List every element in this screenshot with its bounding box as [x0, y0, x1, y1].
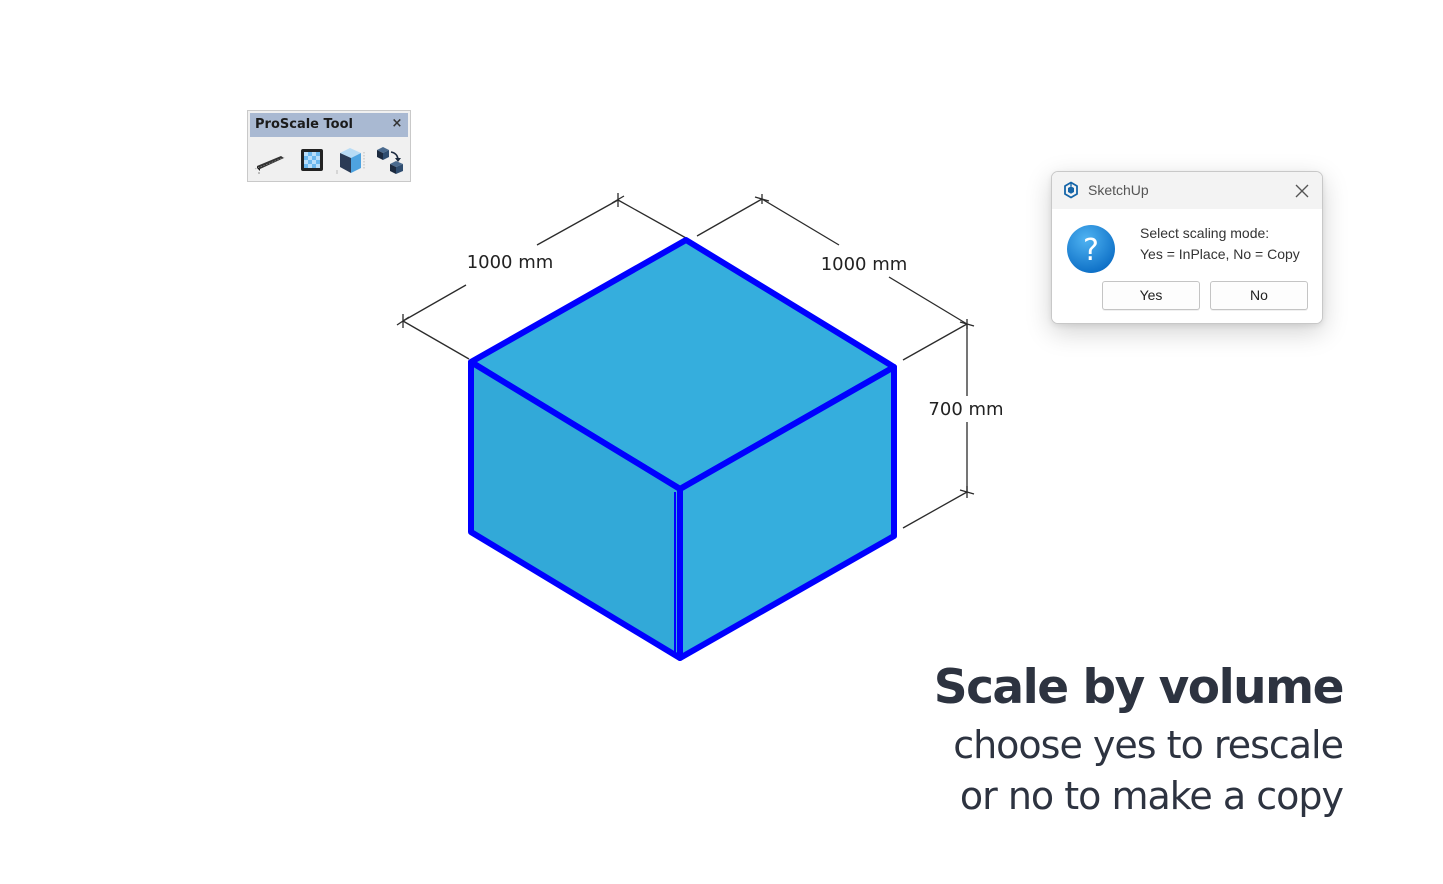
dimension-label-height: 700 mm: [928, 399, 1003, 420]
caption-line-2: or no to make a copy: [959, 774, 1344, 818]
proscale-toolbar: ProScale Tool ×: [247, 110, 411, 182]
toolbar-titlebar[interactable]: ProScale Tool ×: [250, 113, 408, 137]
dialog-message-line2: Yes = InPlace, No = Copy: [1140, 246, 1300, 262]
area-scale-button[interactable]: [296, 144, 328, 176]
toolbar-tools: [250, 142, 408, 178]
dimension-label-depth: 1000 mm: [821, 254, 908, 275]
dialog-title: SketchUp: [1088, 182, 1149, 198]
yes-button[interactable]: Yes: [1102, 281, 1200, 310]
volume-scale-button[interactable]: [334, 144, 366, 176]
box-model[interactable]: [468, 237, 897, 661]
copy-scale-button[interactable]: [374, 144, 406, 176]
sketchup-logo-icon: [1064, 181, 1078, 199]
caption-line-1: choose yes to rescale: [953, 723, 1344, 767]
dialog-body: ? Select scaling mode: Yes = InPlace, No…: [1052, 209, 1322, 323]
feature-caption: Scale by volume choose yes to rescale or…: [783, 656, 1345, 822]
copy-scale-icon: [377, 147, 403, 174]
toolbar-title: ProScale Tool: [255, 117, 353, 132]
question-icon: ?: [1067, 225, 1115, 273]
dimension-label-width: 1000 mm: [467, 252, 554, 273]
caption-heading: Scale by volume: [933, 660, 1345, 715]
close-icon[interactable]: [1292, 181, 1312, 201]
area-scale-icon: [301, 149, 323, 171]
dialog-titlebar[interactable]: SketchUp: [1052, 172, 1322, 209]
dialog-message: Select scaling mode: Yes = InPlace, No =…: [1140, 223, 1320, 265]
linear-scale-icon: [254, 156, 286, 174]
scaling-mode-dialog: SketchUp ? Select scaling mode: Yes = In…: [1051, 171, 1323, 324]
linear-scale-button[interactable]: [254, 144, 286, 176]
dialog-message-line1: Select scaling mode:: [1140, 225, 1270, 241]
toolbar-close-icon[interactable]: ×: [389, 113, 405, 137]
no-button[interactable]: No: [1210, 281, 1308, 310]
svg-text:?: ?: [1083, 233, 1099, 268]
volume-scale-icon: [336, 148, 365, 174]
